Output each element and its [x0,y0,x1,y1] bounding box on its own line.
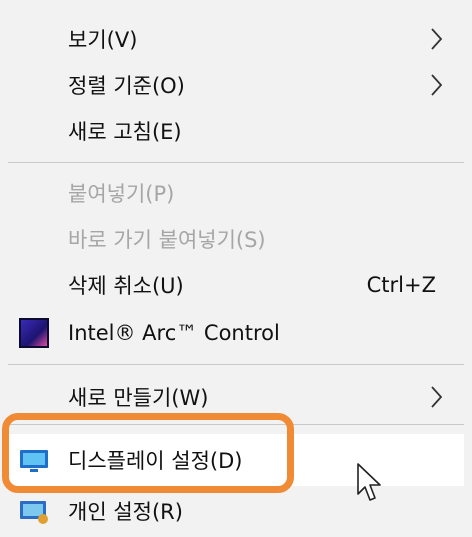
menu-item-view[interactable]: 보기(V) [8,16,464,62]
menu-item-label: Intel® Arc™ Control [68,321,280,345]
menu-item-paste-shortcut: 바로 가기 붙여넣기(S) [8,216,464,262]
menu-item-sort-by[interactable]: 정렬 기준(O) [8,62,464,108]
menu-item-label: 보기(V) [68,28,138,52]
shortcut-text: Ctrl+Z [366,273,436,297]
menu-item-label: 새로 고침(E) [68,120,182,144]
chevron-right-icon [431,28,443,50]
intel-arc-icon [19,318,49,348]
menu-item-personalize[interactable]: 개인 설정(R) [8,488,464,534]
menu-item-label: 정렬 기준(O) [68,74,185,98]
menu-item-label: 삭제 취소(U) [68,274,184,298]
menu-item-label: 개인 설정(R) [68,500,183,524]
menu-item-paste: 붙여넣기(P) [8,170,464,216]
menu-item-undo-delete[interactable]: 삭제 취소(U) Ctrl+Z [8,262,464,308]
menu-item-label: 붙여넣기(P) [68,182,175,206]
chevron-right-icon [431,74,443,96]
menu-item-refresh[interactable]: 새로 고침(E) [8,108,464,154]
mouse-cursor-icon [357,463,381,501]
chevron-right-icon [431,386,443,408]
menu-item-label: 새로 만들기(W) [68,386,209,410]
menu-item-intel-arc-control[interactable]: Intel® Arc™ Control [8,310,464,356]
highlight-box [2,413,294,493]
personalize-icon [20,501,48,524]
menu-separator [8,364,464,365]
menu-separator [8,162,464,163]
menu-item-label: 바로 가기 붙여넣기(S) [68,228,266,252]
